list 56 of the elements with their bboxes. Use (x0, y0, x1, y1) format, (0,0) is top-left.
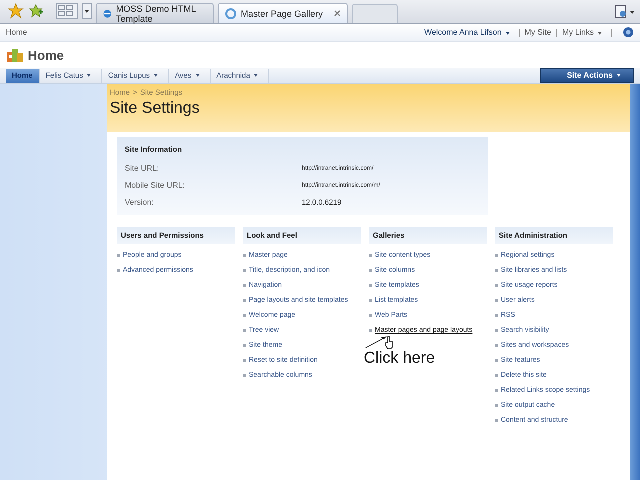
bullet-icon (495, 329, 498, 332)
bullet-icon (243, 269, 246, 272)
field-label: Version: (125, 198, 155, 207)
bullet-icon (243, 344, 246, 347)
annotation-arrow (365, 336, 389, 348)
bullet-icon (369, 299, 372, 302)
bullet-icon (495, 389, 498, 392)
browser-page-icon (103, 8, 112, 20)
favorites-star-icon[interactable] (8, 3, 24, 19)
bullet-icon (495, 284, 498, 287)
bullet-icon (369, 269, 372, 272)
annotation-text: Click here (364, 350, 436, 368)
browser-tab[interactable]: MOSS Demo HTML Template (96, 3, 214, 23)
site-title: Home (28, 48, 64, 62)
bullet-icon (243, 329, 246, 332)
bullet-icon (495, 299, 498, 302)
bullet-icon (495, 314, 498, 317)
tab-list-caret-icon[interactable] (82, 3, 92, 19)
bullet-icon (243, 254, 246, 257)
site-actions-button[interactable]: Site Actions (540, 68, 634, 83)
loading-icon (225, 8, 237, 20)
close-tab-icon[interactable] (334, 10, 341, 17)
add-favorites-icon[interactable] (28, 3, 44, 19)
site-logo-icon (6, 47, 24, 63)
bullet-icon (495, 359, 498, 362)
field-label: Site URL: (125, 164, 160, 173)
bullet-icon (495, 404, 498, 407)
bullet-icon (117, 254, 120, 257)
bullet-icon (495, 254, 498, 257)
bullet-icon (117, 269, 120, 272)
bullet-icon (243, 284, 246, 287)
bullet-icon (243, 314, 246, 317)
bullet-icon (495, 419, 498, 422)
top-link[interactable]: My Links (562, 28, 606, 37)
bullet-icon (369, 314, 372, 317)
bullet-icon (369, 254, 372, 257)
bullet-icon (369, 329, 372, 332)
field-label: Mobile Site URL: (125, 181, 186, 190)
bullet-icon (495, 374, 498, 377)
top-link[interactable]: My Site (524, 28, 552, 37)
bullet-icon (369, 284, 372, 287)
welcome-menu[interactable]: Welcome Anna Lifson (424, 28, 514, 37)
caret-icon (598, 32, 602, 35)
bullet-icon (243, 299, 246, 302)
bullet-icon (495, 344, 498, 347)
bullet-icon (243, 359, 246, 362)
page-tools-icon[interactable] (614, 4, 636, 20)
bullet-icon (495, 269, 498, 272)
page-title: Site Settings (110, 100, 201, 118)
caret-icon (617, 74, 621, 77)
browser-tab[interactable]: Master Page Gallery (218, 3, 348, 23)
breadcrumb-link[interactable]: Home (6, 28, 28, 37)
hand-cursor-icon (385, 336, 394, 349)
caret-icon (506, 32, 510, 35)
bullet-icon (243, 374, 246, 377)
help-icon[interactable] (623, 27, 634, 38)
